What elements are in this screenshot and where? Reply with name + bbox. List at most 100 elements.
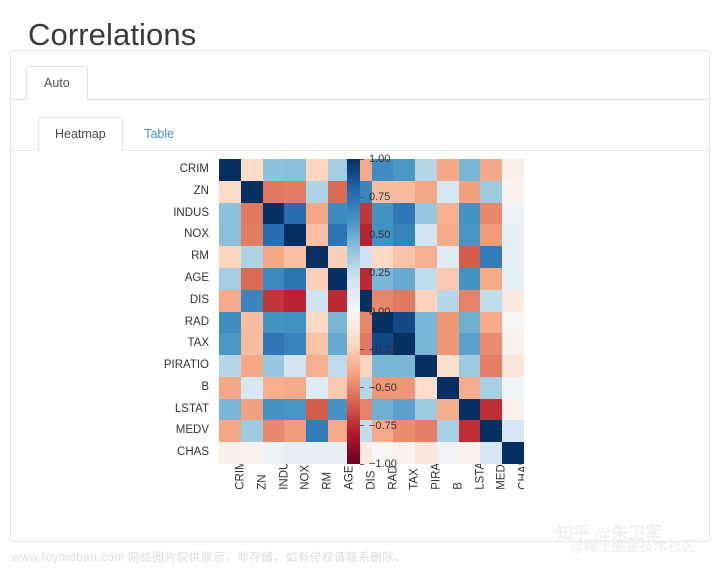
colorbar-tick: −0.75 <box>360 420 397 432</box>
heatmap-cell <box>240 333 263 356</box>
colorbar-tick-labels: 1.00 0.75 0.50 0.25 0.00 −0.25 −0.50 −0.75 −1.00 <box>360 153 460 470</box>
heatmap-y-label: RAD <box>184 315 209 328</box>
heatmap-cell <box>306 376 328 399</box>
heatmap-cell <box>262 159 285 181</box>
heatmap-cell <box>502 376 524 399</box>
heatmap-cell <box>262 267 285 290</box>
heatmap-cell <box>480 289 503 312</box>
heatmap-cell <box>480 398 503 421</box>
tab-auto[interactable]: Auto <box>26 66 88 100</box>
heatmap-cell <box>502 398 524 421</box>
heatmap-cell <box>306 246 328 268</box>
heatmap-cell <box>219 180 241 203</box>
colorbar-tick-mark <box>360 387 364 389</box>
heatmap-y-label: RM <box>191 250 209 263</box>
heatmap-cell <box>262 311 285 334</box>
heatmap-cell <box>219 246 241 268</box>
heatmap-cell <box>240 267 263 290</box>
heatmap-x-label: RM <box>321 471 334 490</box>
heatmap-cell <box>240 442 263 464</box>
heatmap-cell <box>219 333 241 356</box>
heatmap-cell <box>284 202 307 225</box>
heatmap-cell <box>502 311 524 334</box>
heatmap-cell <box>219 442 241 464</box>
heatmap-cell <box>240 311 263 334</box>
heatmap-cell <box>240 420 263 443</box>
heatmap-cell <box>502 355 524 377</box>
heatmap-cell <box>480 180 503 203</box>
heatmap-x-label: ZN <box>256 474 269 490</box>
outer-tab-strip: Auto <box>11 66 709 100</box>
heatmap-cell <box>284 267 307 290</box>
heatmap-y-label: MEDV <box>175 424 209 437</box>
heatmap-x-label: RAD <box>387 465 400 490</box>
heatmap-y-label: CHAS <box>177 446 209 459</box>
heatmap-cell <box>502 202 524 225</box>
heatmap-y-label: CRIM <box>179 163 209 175</box>
heatmap-x-label: NOX <box>300 464 313 490</box>
tab-heatmap[interactable]: Heatmap <box>38 117 123 151</box>
watermark-juejin: @稀土掘金技术社区 <box>570 538 696 554</box>
heatmap-y-label: LSTAT <box>174 402 209 415</box>
heatmap-cell <box>306 289 328 312</box>
colorbar-tick: 1.00 <box>360 153 390 165</box>
tab-table[interactable]: Table <box>127 117 191 151</box>
colorbar-tick-mark <box>360 234 364 236</box>
colorbar-tick: −0.50 <box>360 382 397 394</box>
heatmap-cell <box>240 159 263 181</box>
heatmap-cell <box>240 289 263 312</box>
heatmap-cell <box>480 246 503 268</box>
heatmap-cell <box>480 376 503 399</box>
heatmap-y-label: B <box>201 380 209 393</box>
heatmap-cell <box>219 398 241 421</box>
heatmap-y-label: ZN <box>193 184 209 197</box>
heatmap-cell <box>219 202 241 225</box>
colorbar-gradient <box>347 159 360 464</box>
heatmap-y-label: AGE <box>184 271 209 284</box>
heatmap-cell <box>306 224 328 247</box>
heatmap-cell <box>306 180 328 203</box>
heatmap-cell <box>284 180 307 203</box>
heatmap-colorbar: 1.00 0.75 0.50 0.25 0.00 −0.25 −0.50 −0.75 −1.00 <box>347 153 467 470</box>
heatmap-cell <box>306 202 328 225</box>
heatmap-cell <box>240 224 263 247</box>
colorbar-tick-text: −0.75 <box>369 419 397 432</box>
colorbar-tick-mark <box>360 349 364 351</box>
heatmap-x-axis-labels: CRIM ZN INDUS NOX RM AGE DIS RAD TAX PIRATIO B LSTA… <box>219 464 524 519</box>
colorbar-tick-mark <box>360 158 364 160</box>
heatmap-cell <box>502 333 524 356</box>
heatmap-cell <box>502 180 524 203</box>
colorbar-tick-mark <box>360 425 364 427</box>
colorbar-tick: 0.75 <box>360 191 390 203</box>
colorbar-tick-text: −1.00 <box>369 458 397 470</box>
heatmap-cell <box>219 376 241 399</box>
heatmap-y-label: PIRATIO <box>163 359 209 372</box>
colorbar-tick-text: 0.50 <box>369 229 391 242</box>
heatmap-x-label: PIRATIO <box>430 464 443 490</box>
heatmap-cell <box>262 180 285 203</box>
heatmap-cell <box>480 202 503 225</box>
heatmap-cell <box>219 267 241 290</box>
heatmap-cell <box>306 333 328 356</box>
heatmap-cell <box>502 224 524 247</box>
heatmap-y-axis-labels: CRIM ZN INDUS NOX RM AGE DIS RAD TAX PIRATIO B LSTA… <box>107 159 217 464</box>
heatmap-cell <box>306 398 328 421</box>
heatmap-cell <box>306 159 328 181</box>
heatmap-cell <box>240 355 263 377</box>
heatmap-x-label: MEDV <box>496 464 509 490</box>
colorbar-tick-text: −0.25 <box>369 343 397 356</box>
colorbar-tick-text: −0.50 <box>369 381 397 394</box>
colorbar-tick-text: 0.75 <box>369 191 391 204</box>
correlations-card: Auto Heatmap Table CRIM ZN INDUS NOX RM AGE DI… <box>10 50 710 542</box>
app-page: Correlations Auto Heatmap Table CRIM ZN IN… <box>0 0 720 570</box>
heatmap-cell <box>219 159 241 181</box>
heatmap-x-label: TAX <box>408 468 421 490</box>
heatmap-cell <box>219 289 241 312</box>
heatmap-plot: CRIM ZN INDUS NOX RM AGE DIS RAD TAX PIRATIO B LSTA… <box>11 153 711 541</box>
heatmap-cell <box>262 442 285 464</box>
heatmap-cell <box>262 420 285 443</box>
heatmap-cell <box>502 289 524 312</box>
heatmap-x-label: AGE <box>343 465 356 490</box>
heatmap-cell <box>284 398 307 421</box>
heatmap-cell <box>306 267 328 290</box>
